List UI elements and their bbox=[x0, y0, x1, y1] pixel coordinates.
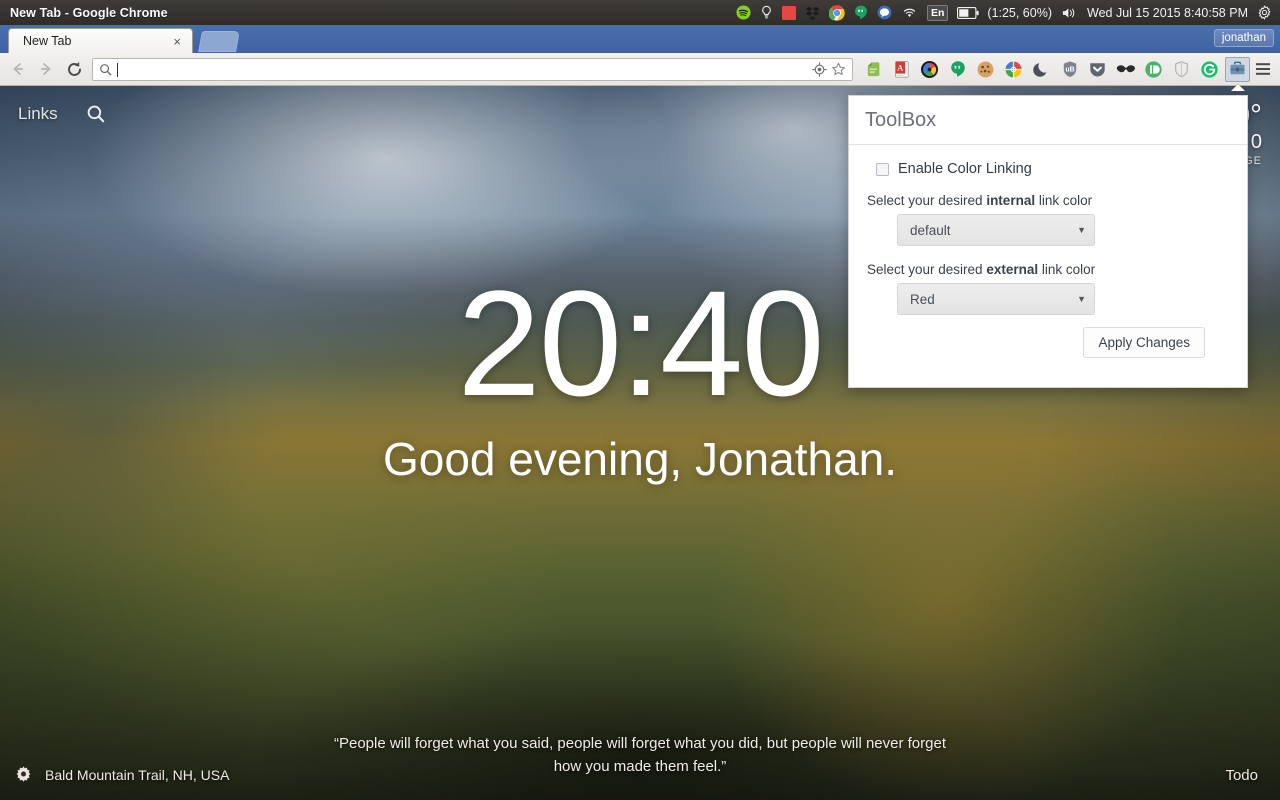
popup-body: Enable Color Linking Select your desired… bbox=[849, 145, 1247, 358]
hangouts-extension-icon[interactable] bbox=[945, 57, 970, 82]
bookmark-star-icon[interactable] bbox=[831, 62, 846, 77]
clock-label[interactable]: Wed Jul 15 2015 8:40:58 PM bbox=[1087, 0, 1248, 25]
night-mode-icon[interactable] bbox=[1029, 57, 1054, 82]
pocket-icon[interactable] bbox=[1085, 57, 1110, 82]
ntp-quote: “People will forget what you said, peopl… bbox=[333, 734, 946, 775]
popup-title: ToolBox bbox=[865, 108, 937, 131]
tab-strip: New Tab × jonathan bbox=[0, 25, 1280, 53]
gear-icon[interactable] bbox=[1257, 0, 1272, 25]
ntp-search-icon[interactable] bbox=[86, 104, 106, 124]
ntp-bottom-left: Bald Mountain Trail, NH, USA bbox=[14, 765, 229, 784]
text-caret bbox=[117, 62, 118, 77]
shield-icon[interactable] bbox=[1169, 57, 1194, 82]
ntp-location-label[interactable]: Bald Mountain Trail, NH, USA bbox=[45, 767, 229, 783]
external-link-color-label: Select your desired external link color bbox=[867, 262, 1229, 277]
external-link-color-value: Red bbox=[910, 291, 935, 307]
enable-color-linking-row[interactable]: Enable Color Linking bbox=[876, 161, 1229, 177]
internal-link-color-label: Select your desired internal link color bbox=[867, 193, 1229, 208]
external-label-pre: Select your desired bbox=[867, 262, 987, 277]
user-profile-button[interactable]: jonathan bbox=[1213, 29, 1274, 47]
external-label-bold: external bbox=[986, 262, 1039, 277]
dictionary-icon[interactable]: A bbox=[889, 57, 914, 82]
chrome-menu-button[interactable] bbox=[1250, 56, 1276, 82]
ntp-todo-button[interactable]: Todo bbox=[1225, 767, 1258, 784]
toolbox-icon[interactable] bbox=[1225, 56, 1250, 91]
keyboard-layout-label: En bbox=[930, 6, 945, 19]
internal-label-bold: internal bbox=[986, 193, 1036, 208]
browser-toolbar: A uB bbox=[0, 53, 1280, 91]
browser-tab[interactable]: New Tab × bbox=[8, 28, 193, 53]
chevron-down-icon: ▼ bbox=[1077, 294, 1086, 304]
reload-button[interactable] bbox=[60, 55, 88, 83]
ntp-greeting: Good evening, Jonathan. bbox=[382, 433, 898, 485]
settings-gear-icon[interactable] bbox=[14, 765, 33, 784]
omnibox[interactable] bbox=[92, 57, 853, 81]
hangouts-icon[interactable] bbox=[854, 0, 868, 25]
back-button[interactable] bbox=[4, 55, 32, 83]
enable-color-linking-checkbox[interactable] bbox=[876, 162, 889, 176]
messaging-icon[interactable] bbox=[877, 0, 892, 25]
battery-indicator[interactable]: (1:25, 60%) bbox=[957, 0, 1052, 25]
colorzilla-icon[interactable] bbox=[917, 57, 942, 82]
internal-link-color-value: default bbox=[910, 222, 951, 238]
popup-pointer bbox=[1230, 83, 1245, 91]
apply-row: Apply Changes bbox=[867, 315, 1229, 358]
internal-label-pre: Select your desired bbox=[867, 193, 987, 208]
chevron-down-icon: ▼ bbox=[1077, 225, 1086, 235]
links-button[interactable]: Links bbox=[18, 104, 58, 124]
battery-status-label: (1:25, 60%) bbox=[987, 5, 1052, 20]
lightbulb-icon[interactable] bbox=[760, 0, 773, 25]
wifi-icon[interactable] bbox=[901, 0, 918, 25]
toolbox-popup: ToolBox Enable Color Linking Select your… bbox=[848, 95, 1248, 388]
search-icon bbox=[99, 63, 112, 76]
window-title: New Tab - Google Chrome bbox=[10, 5, 168, 20]
external-link-color-select[interactable]: Red ▼ bbox=[897, 283, 1095, 315]
popup-header: ToolBox bbox=[849, 96, 1247, 145]
omnibox-input[interactable] bbox=[117, 58, 812, 80]
pushbullet-icon[interactable] bbox=[1141, 57, 1166, 82]
tab-close-icon[interactable]: × bbox=[170, 35, 184, 48]
forward-button[interactable] bbox=[32, 55, 60, 83]
evernote-icon[interactable] bbox=[861, 57, 886, 82]
svg-text:uB: uB bbox=[1065, 66, 1074, 73]
svg-text:A: A bbox=[897, 63, 903, 72]
apply-changes-button[interactable]: Apply Changes bbox=[1083, 327, 1205, 358]
privacy-mask-icon[interactable] bbox=[1113, 57, 1138, 82]
keyboard-layout-indicator[interactable]: En bbox=[926, 0, 949, 25]
internal-label-post: link color bbox=[1035, 193, 1093, 208]
grammarly-icon[interactable] bbox=[1197, 57, 1222, 82]
unity-top-panel: New Tab - Google Chrome En (1:25, 60%) W… bbox=[0, 0, 1280, 25]
dropbox-icon[interactable] bbox=[805, 0, 820, 25]
system-tray: En (1:25, 60%) Wed Jul 15 2015 8:40:58 P… bbox=[736, 0, 1280, 25]
enable-color-linking-label: Enable Color Linking bbox=[898, 161, 1032, 177]
tab-title: New Tab bbox=[23, 34, 72, 48]
colorpicker-icon[interactable] bbox=[1001, 57, 1026, 82]
external-label-post: link color bbox=[1038, 262, 1096, 277]
location-target-icon[interactable] bbox=[812, 61, 827, 77]
spotify-icon[interactable] bbox=[736, 0, 751, 25]
ublock-icon[interactable]: uB bbox=[1057, 57, 1082, 82]
cookie-icon[interactable] bbox=[973, 57, 998, 82]
chrome-icon[interactable] bbox=[828, 0, 845, 25]
red-square-icon[interactable] bbox=[781, 0, 796, 25]
user-profile-label: jonathan bbox=[1221, 32, 1266, 44]
volume-icon[interactable] bbox=[1061, 0, 1078, 25]
ntp-top-left-controls: Links bbox=[18, 104, 106, 124]
extension-toolbar: A uB bbox=[857, 56, 1250, 91]
internal-link-color-select[interactable]: default ▼ bbox=[897, 214, 1095, 246]
new-tab-button[interactable] bbox=[198, 31, 240, 52]
